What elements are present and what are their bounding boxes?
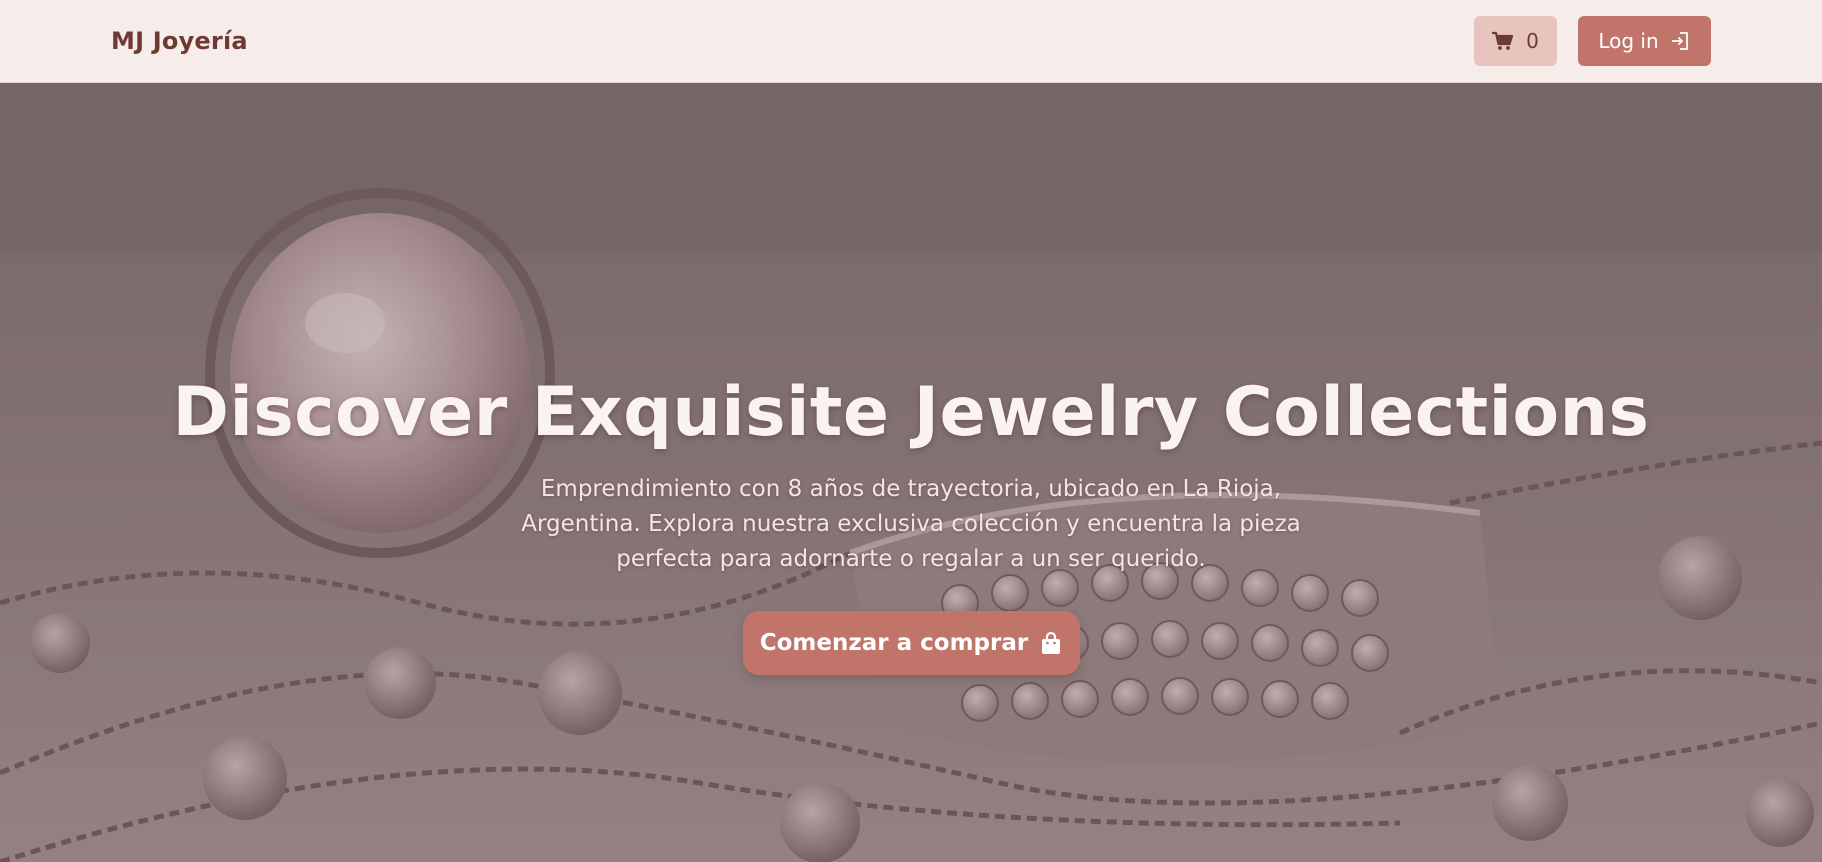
hero-title: Discover Exquisite Jewelry Collections xyxy=(172,373,1650,452)
login-label: Log in xyxy=(1598,29,1659,53)
shopping-bag-icon xyxy=(1040,631,1062,655)
cart-button[interactable]: 0 xyxy=(1474,16,1557,66)
cart-count: 0 xyxy=(1526,29,1539,53)
hero-section: Discover Exquisite Jewelry Collections E… xyxy=(0,83,1822,862)
nav-actions: 0 Log in xyxy=(1474,16,1711,66)
start-shopping-button[interactable]: Comenzar a comprar xyxy=(742,611,1080,675)
cart-icon xyxy=(1492,31,1514,51)
start-shopping-label: Comenzar a comprar xyxy=(759,630,1029,656)
navbar: MJ Joyería 0 Log in xyxy=(0,0,1822,83)
login-button[interactable]: Log in xyxy=(1578,16,1711,66)
hero-content: Discover Exquisite Jewelry Collections E… xyxy=(0,373,1822,675)
brand-logo[interactable]: MJ Joyería xyxy=(111,27,248,55)
hero-subtitle: Emprendimiento con 8 años de trayectoria… xyxy=(521,476,1301,572)
login-icon xyxy=(1669,30,1691,52)
